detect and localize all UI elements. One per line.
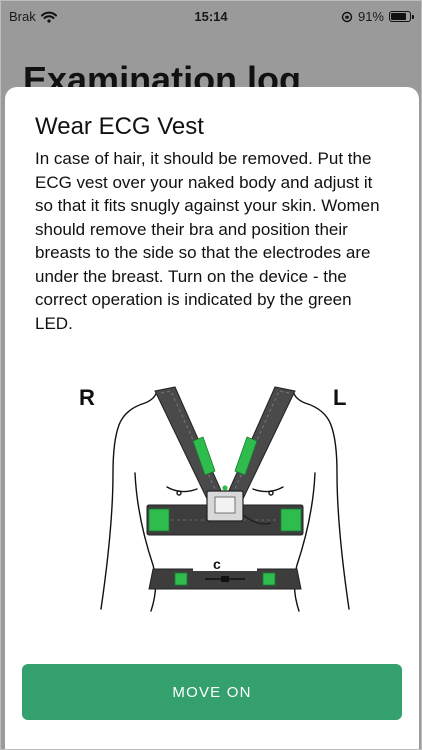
strap-electrodes [192,436,258,476]
status-right: 91% [341,9,414,24]
belt-label: c [213,556,221,572]
waist-belt: c [148,556,302,590]
move-on-button[interactable]: MOVE ON [22,664,402,720]
ecg-vest-illustration: R L c [79,385,350,612]
app-frame: Brak 15:14 91% Examination log Wear ECG … [0,0,422,750]
status-bar: Brak 15:14 91% [1,1,421,33]
sheet-title: Wear ECG Vest [35,113,204,140]
battery-percent: 91% [357,9,384,24]
left-side-label: L [333,385,346,410]
status-led [222,485,228,491]
instruction-sheet: Wear ECG Vest In case of hair, it should… [5,87,419,749]
right-side-label: R [79,385,95,410]
sheet-instructions: In case of hair, it should be removed. P… [35,149,380,333]
battery-fill [391,13,407,20]
battery-icon [389,11,414,22]
orientation-lock-icon [341,11,353,22]
